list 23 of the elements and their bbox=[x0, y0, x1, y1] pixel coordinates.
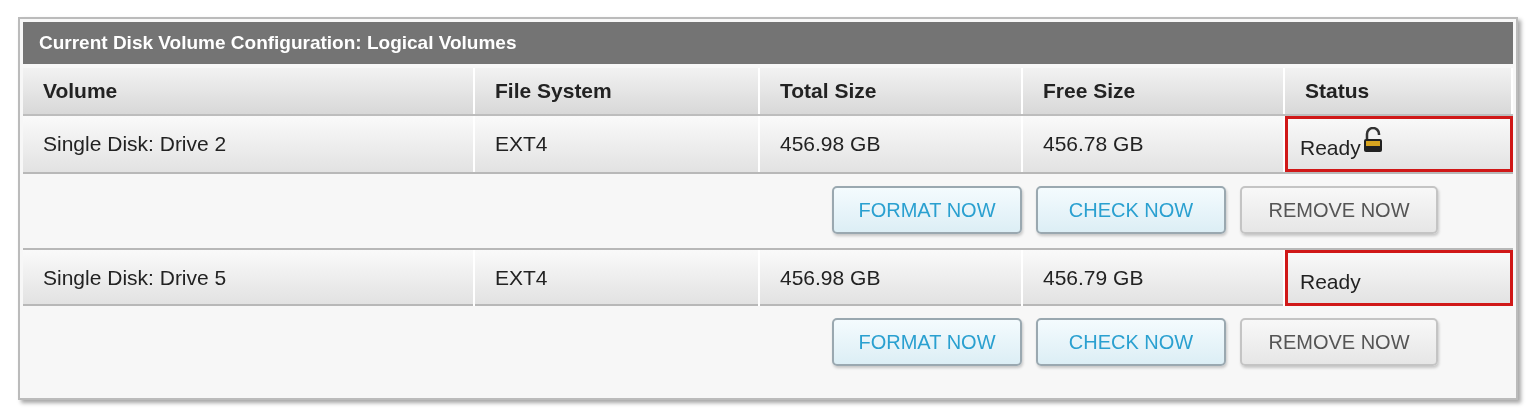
table-cell: 456.79 GB bbox=[1023, 250, 1285, 306]
column-header: Total Size bbox=[760, 68, 1023, 114]
table-cell: Single Disk: Drive 2 bbox=[23, 116, 475, 172]
action-button[interactable]: CHECK NOW bbox=[1036, 186, 1226, 234]
table-cell: 456.78 GB bbox=[1023, 116, 1285, 172]
column-header: Status bbox=[1285, 68, 1513, 114]
status-text: Ready bbox=[1300, 269, 1361, 296]
table-cell: 456.98 GB bbox=[760, 250, 1023, 306]
panel-title: Current Disk Volume Configuration: Logical Volumes bbox=[23, 22, 1513, 64]
action-button[interactable]: FORMAT NOW bbox=[832, 318, 1022, 366]
column-header: Free Size bbox=[1023, 68, 1285, 114]
table-cell: 456.98 GB bbox=[760, 116, 1023, 172]
column-header: File System bbox=[475, 68, 760, 114]
column-header: Volume bbox=[23, 68, 475, 114]
unlocked-padlock-icon bbox=[1362, 127, 1383, 153]
table-cell: Single Disk: Drive 5 bbox=[23, 250, 475, 306]
table-cell: EXT4 bbox=[475, 116, 760, 172]
action-button[interactable]: FORMAT NOW bbox=[832, 186, 1022, 234]
status-text: Ready bbox=[1300, 135, 1361, 162]
action-button[interactable]: REMOVE NOW bbox=[1240, 318, 1438, 366]
action-button[interactable]: CHECK NOW bbox=[1036, 318, 1226, 366]
table-cell: EXT4 bbox=[475, 250, 760, 306]
action-button[interactable]: REMOVE NOW bbox=[1240, 186, 1438, 234]
